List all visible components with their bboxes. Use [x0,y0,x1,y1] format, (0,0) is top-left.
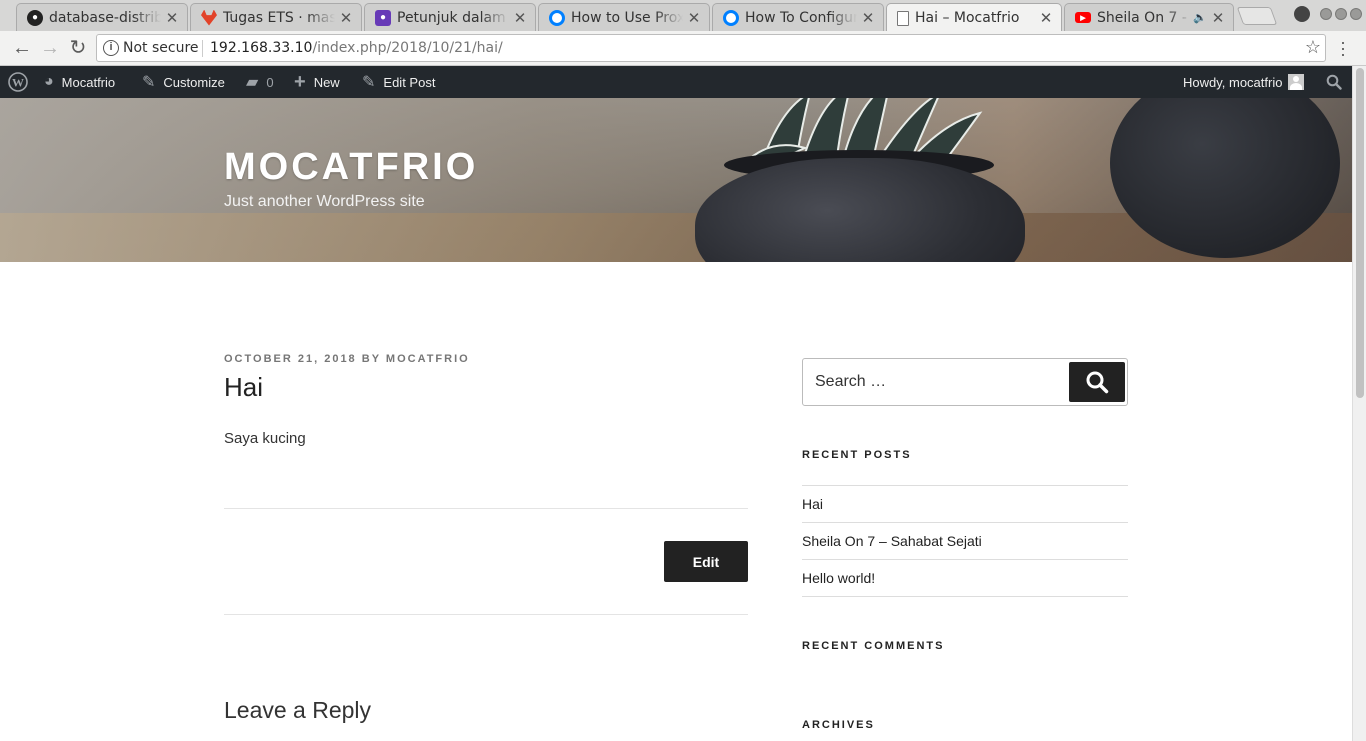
admin-search-icon[interactable] [1326,66,1342,98]
scrollbar-thumb[interactable] [1356,68,1364,398]
digitalocean-icon [549,9,565,26]
plus-icon: + [294,70,306,93]
divider [802,522,1128,523]
close-window-button[interactable] [1350,8,1362,20]
forward-icon[interactable]: → [38,36,62,60]
post-body: Saya kucing [224,430,306,447]
divider [224,614,748,615]
admin-site-name[interactable]: ◕ Mocatfrio [44,66,115,98]
post-date[interactable]: OCTOBER 21, 2018 [224,353,357,365]
url-text[interactable]: 192.168.33.10/index.php/2018/10/21/hai/ [210,40,503,56]
tab-title: How To Configure [745,9,857,26]
page-icon [897,10,909,26]
youtube-icon: ▶ [1075,12,1091,23]
site-tagline: Just another WordPress site [224,193,425,210]
close-icon[interactable]: ✕ [1039,9,1053,27]
close-icon[interactable]: ✕ [687,9,701,27]
browser-tab[interactable]: ● Petunjuk dalam me ✕ [364,3,536,31]
address-bar[interactable]: i Not secure 192.168.33.10/index.php/201… [96,34,1326,62]
github-icon: ● [27,9,43,26]
minimize-button[interactable] [1320,8,1332,20]
divider [224,508,748,509]
gitlab-icon [201,9,217,26]
admin-edit-post[interactable]: ✎ Edit Post [362,66,435,98]
tab-title: Sheila On 7 - It [1097,9,1192,26]
svg-text:W: W [12,76,24,90]
security-label[interactable]: Not secure [123,40,199,56]
tab-title: Hai – Mocatfrio [915,10,1020,26]
avatar [1288,74,1305,90]
reload-icon[interactable]: ↻ [66,36,90,60]
divider [802,559,1128,560]
back-icon[interactable]: ← [10,36,34,60]
tab-title: Petunjuk dalam me [397,9,509,26]
howdy-label: Howdy, mocatfrio [1183,74,1283,90]
url-path: /index.php/2018/10/21/hai/ [312,40,503,56]
recent-post-link[interactable]: Hello world! [802,570,875,586]
post-title: Hai [224,372,264,402]
edit-post-label: Edit Post [383,74,436,90]
browser-tab-active[interactable]: Hai – Mocatfrio ✕ [886,3,1062,32]
browser-tab[interactable]: ▶ Sheila On 7 - It 🔈 ✕ [1064,3,1234,31]
customize-label: Customize [163,74,225,90]
admin-customize[interactable]: ✎ Customize [142,66,225,98]
site-title[interactable]: MOCATFRIO [224,146,478,189]
new-tab-button[interactable] [1236,7,1278,25]
browser-toolbar: ← → ↻ i Not secure 192.168.33.10/index.p… [0,31,1366,66]
post-author[interactable]: MOCATFRIO [386,353,470,365]
wordpress-logo-icon[interactable]: W [8,66,28,98]
dashboard-icon: ◕ [44,73,54,90]
close-icon[interactable]: ✕ [861,9,875,27]
recent-post-link[interactable]: Hai [802,496,823,512]
page-scrollbar[interactable] [1352,66,1366,741]
info-icon[interactable]: i [103,40,119,56]
browser-tab[interactable]: How To Configure ✕ [712,3,884,31]
site-header: MOCATFRIO Just another WordPress site [0,98,1352,262]
site-name-label: Mocatfrio [61,74,116,90]
search-form: Search … [802,358,1128,406]
profile-icon[interactable] [1294,6,1310,22]
browser-tab[interactable]: ● database-distributed ✕ [16,3,188,31]
close-icon[interactable]: ✕ [513,9,527,27]
recent-post-link[interactable]: Sheila On 7 – Sahabat Sejati [802,533,982,549]
tab-title: database-distributed [49,9,161,26]
edit-button[interactable]: Edit [664,541,748,582]
admin-comments[interactable]: ▰ 0 [246,66,274,98]
maximize-button[interactable] [1335,8,1347,20]
browser-tab[interactable]: Tugas ETS · master ✕ [190,3,362,31]
browser-tab[interactable]: How to Use Proxy ✕ [538,3,710,31]
close-icon[interactable]: ✕ [165,9,179,27]
comment-icon: ▰ [246,74,259,91]
wp-admin-bar: W ◕ Mocatfrio ✎ Customize ▰ 0 + New ✎ Ed… [0,66,1352,98]
pencil-icon: ✎ [362,74,376,91]
search-button[interactable] [1069,362,1125,402]
tab-title: How to Use Proxy [571,9,683,26]
browser-tab-strip: ● database-distributed ✕ Tugas ETS · mas… [0,0,1366,32]
archives-title: ARCHIVES [802,719,875,731]
post-meta: OCTOBER 21, 2018 BY MOCATFRIO [224,353,470,365]
recent-comments-title: RECENT COMMENTS [802,640,945,652]
post-by: BY [361,353,381,365]
divider [202,40,203,57]
new-label: New [313,74,340,90]
brush-icon: ✎ [142,74,156,91]
divider [802,485,1128,486]
admin-new[interactable]: + New [294,66,340,98]
comments-count: 0 [266,74,274,90]
recent-posts-title: RECENT POSTS [802,449,912,461]
close-icon[interactable]: ✕ [339,9,353,27]
search-icon [1086,371,1109,394]
url-host: 192.168.33.10 [210,40,313,56]
reply-heading: Leave a Reply [224,697,372,723]
search-input[interactable]: Search … [815,373,886,391]
admin-account[interactable]: Howdy, mocatfrio [1183,66,1305,98]
tab-title: Tugas ETS · master [223,9,335,26]
divider [802,596,1128,597]
contact-icon: ● [375,9,391,26]
close-icon[interactable]: ✕ [1211,9,1225,27]
speaker-icon[interactable]: 🔈 [1193,11,1207,24]
browser-menu-icon[interactable]: · · · [1336,33,1350,63]
bookmark-star-icon[interactable]: ☆ [1305,37,1321,58]
digitalocean-icon [723,9,739,26]
